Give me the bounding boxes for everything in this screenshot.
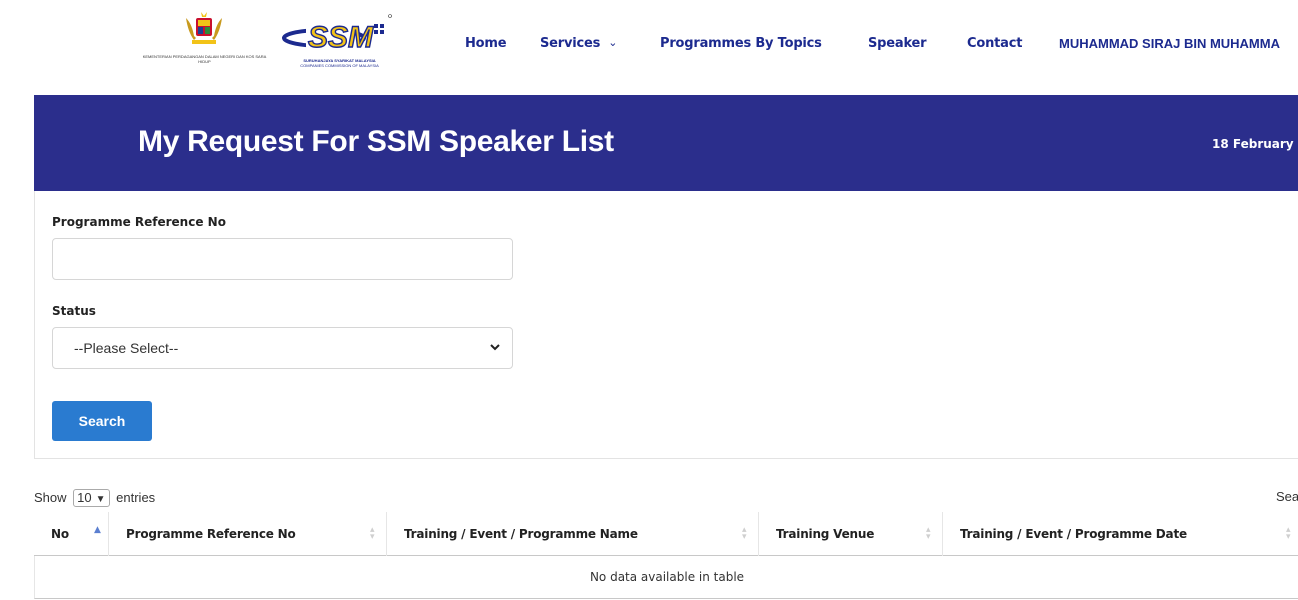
status-label: Status [52,304,96,318]
status-selected-value: --Please Select-- [74,340,179,356]
chevron-down-icon [490,344,500,351]
ref-no-label: Programme Reference No [52,215,226,229]
col-no[interactable]: No [51,512,69,556]
nav-services-label: Services [540,36,601,51]
col-programme-name[interactable]: Training / Event / Programme Name [404,512,638,556]
col-programme-date[interactable]: Training / Event / Programme Date [960,512,1187,556]
status-select[interactable]: --Please Select-- [52,327,513,369]
sort-icon: ▴ ▾ [1286,525,1291,542]
sort-asc-icon: ▲ [94,525,101,535]
speaker-request-table: No ▲ Programme Reference No ▴ ▾ Training … [34,512,1298,599]
nav-services[interactable]: Services ⌄ [540,36,617,51]
malaysia-crest-icon [186,12,222,44]
page-length-value: 10 [77,490,92,505]
table-header: No ▲ Programme Reference No ▴ ▾ Training … [34,512,1298,556]
page-title: My Request For SSM Speaker List [138,125,614,158]
show-suffix: entries [116,490,156,505]
table-body: No data available in table [34,556,1298,599]
nav-contact[interactable]: Contact [967,36,1022,51]
table-search-label: Sea [1276,489,1298,504]
nav-home[interactable]: Home [465,36,507,51]
ref-no-input[interactable] [52,238,513,280]
sort-icon: ▴ ▾ [742,525,747,542]
nav-programmes-by-topics[interactable]: Programmes By Topics [660,36,822,51]
svg-text:SSM: SSM [308,21,374,54]
user-menu[interactable]: MUHAMMAD SIRAJ BIN MUHAMMA [1059,36,1280,51]
search-button[interactable]: Search [52,401,152,441]
show-prefix: Show [34,490,67,505]
kpdn-logo-caption: KEMENTERIAN PERDAGANGAN DALAM NEGERI DAN… [142,54,267,64]
filter-panel: Programme Reference No Status --Please S… [34,191,1298,459]
page-length-control: Show 10 ▼ entries [34,489,155,507]
sort-icon: ▴ ▾ [926,525,931,542]
sort-icon: ▴ ▾ [370,525,375,542]
site-header: KEMENTERIAN PERDAGANGAN DALAM NEGERI DAN… [0,0,1298,92]
empty-table-message: No data available in table [589,570,745,584]
chevron-down-icon: ▼ [95,494,106,505]
page-banner: My Request For SSM Speaker List 18 Febru… [34,95,1298,191]
col-programme-ref-no[interactable]: Programme Reference No [126,512,296,556]
banner-date: 18 February [1212,137,1294,151]
ssm-logo-subcaption: COMPANIES COMMISSION OF MALAYSIA [300,63,379,68]
nav-speaker[interactable]: Speaker [868,36,927,51]
col-training-venue[interactable]: Training Venue [776,512,874,556]
ssm-logo[interactable]: SSM SURUHANJAYA SYARIKAT MALAYSIA COMPAN… [282,12,397,76]
page-length-select[interactable]: 10 ▼ [73,489,110,507]
chevron-down-icon: ⌄ [608,36,618,49]
kpdn-logo[interactable]: KEMENTERIAN PERDAGANGAN DALAM NEGERI DAN… [142,10,267,76]
ssm-logo-mark-icon: SSM [282,14,392,55]
